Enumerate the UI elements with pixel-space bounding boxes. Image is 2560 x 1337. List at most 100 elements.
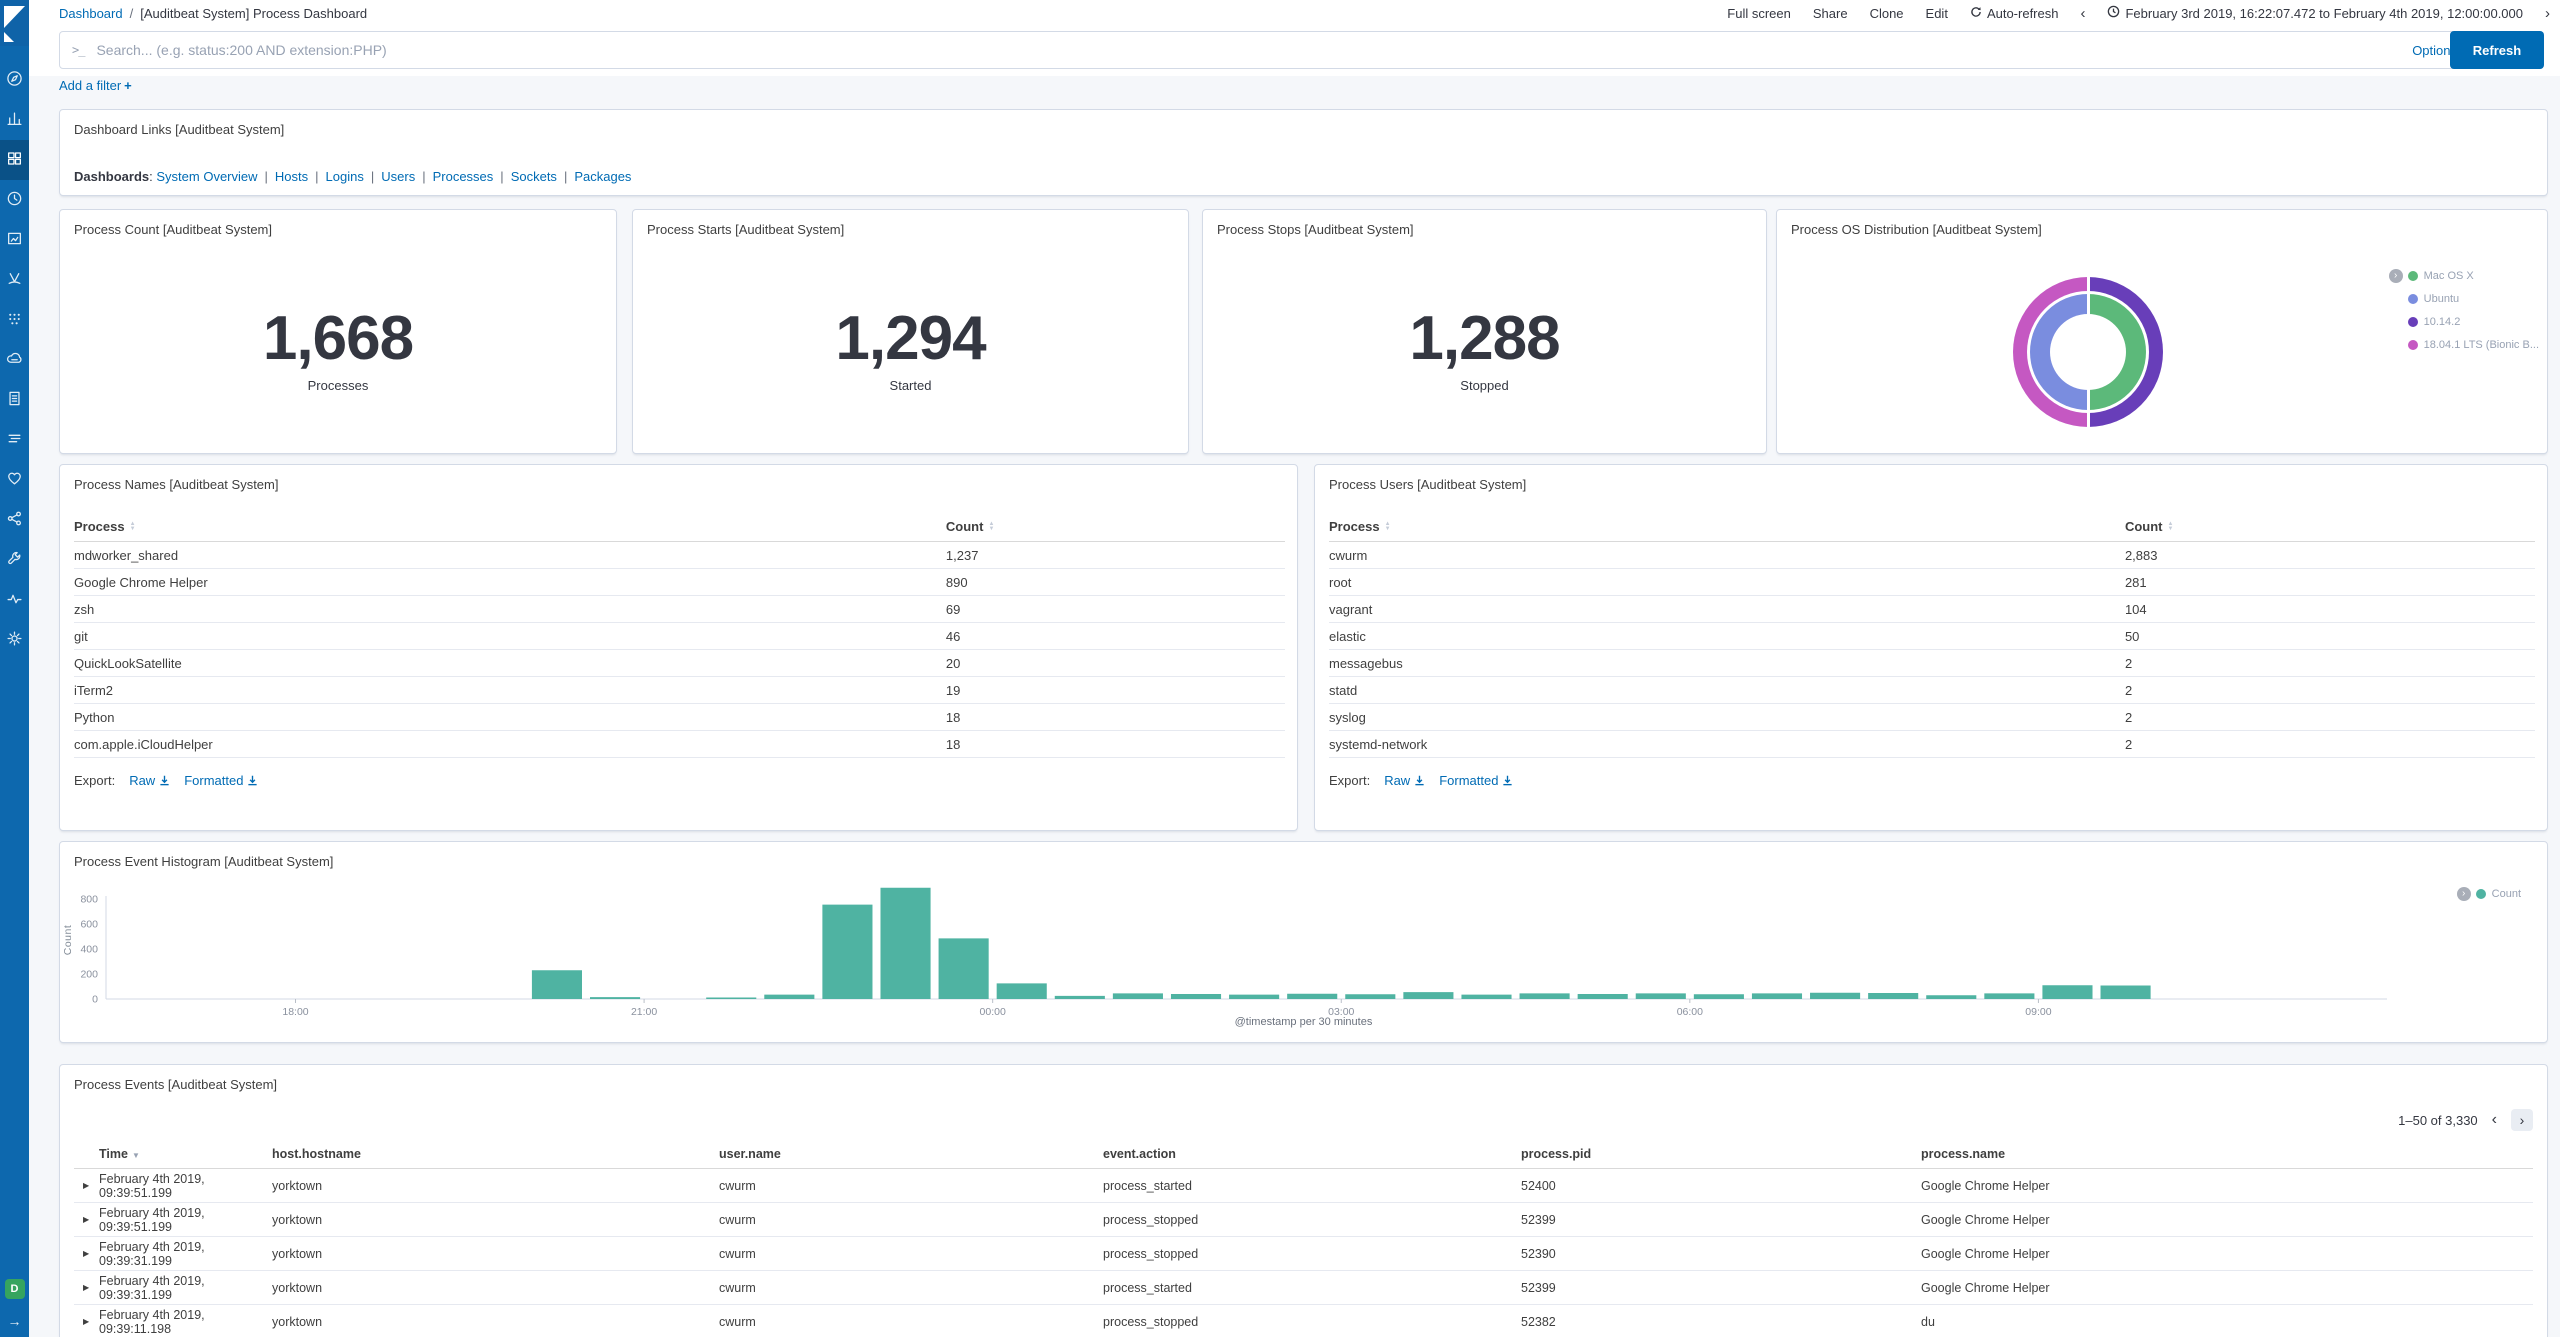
histogram-bar[interactable]	[1751, 993, 1803, 999]
dashboard-link-users[interactable]: Users	[381, 169, 415, 184]
dashboard-link-system-overview[interactable]: System Overview	[156, 169, 257, 184]
dashboard-link-logins[interactable]: Logins	[326, 169, 364, 184]
histogram-bar[interactable]	[531, 970, 582, 999]
refresh-button[interactable]: Refresh	[2450, 31, 2544, 69]
histogram-bar[interactable]	[1461, 994, 1512, 999]
sidebar-item-monitoring[interactable]	[0, 580, 29, 620]
sidebar-item-visualize[interactable]	[0, 100, 29, 140]
sidebar-item-maps[interactable]	[0, 260, 29, 300]
legend-swatch[interactable]	[2407, 293, 2418, 304]
column-header-Time[interactable]: Time ▼	[99, 1147, 272, 1161]
column-header-count[interactable]: Count ▲ ▼	[945, 511, 1285, 542]
table-row[interactable]: Google Chrome Helper 890	[74, 568, 1285, 596]
expand-row-icon[interactable]: ▶	[74, 1181, 99, 1190]
table-row[interactable]: elastic 50	[1329, 622, 2535, 650]
histogram-bar[interactable]	[764, 994, 815, 999]
legend-label[interactable]: Mac OS X	[2424, 270, 2474, 282]
histogram-bar[interactable]	[1984, 993, 2035, 999]
event-row[interactable]: ▶ February 4th 2019, 09:39:31.199 yorktown…	[74, 1271, 2533, 1305]
export-raw-link[interactable]: Raw	[1384, 773, 1425, 788]
column-header-process[interactable]: Process ▲ ▼	[74, 511, 946, 542]
sidebar-item-machine-learning[interactable]	[0, 300, 29, 340]
histogram-bar[interactable]	[589, 997, 641, 999]
event-row[interactable]: ▶ February 4th 2019, 09:39:51.199 yorktown…	[74, 1203, 2533, 1237]
table-row[interactable]: zsh 69	[74, 595, 1285, 623]
table-row[interactable]: systemd-network 2	[1329, 730, 2535, 758]
histogram-bar[interactable]	[1519, 993, 1570, 999]
histogram-bar[interactable]	[938, 938, 989, 999]
sidebar-item-dashboard[interactable]	[0, 140, 29, 180]
export-formatted-link[interactable]: Formatted	[1439, 773, 1513, 788]
histogram-bar[interactable]	[1868, 993, 1919, 999]
legend-toggle-icon[interactable]: ›	[2456, 886, 2471, 901]
event-row[interactable]: ▶ February 4th 2019, 09:39:31.199 yorktown…	[74, 1237, 2533, 1271]
legend-label[interactable]: Ubuntu	[2424, 293, 2459, 305]
table-row[interactable]: Python 18	[74, 703, 1285, 731]
column-header-process.name[interactable]: process.name	[1921, 1147, 2533, 1161]
sort-icon[interactable]: ▲ ▼	[1385, 521, 1391, 532]
column-header-event.action[interactable]: event.action	[1103, 1147, 1521, 1161]
column-header-process.pid[interactable]: process.pid	[1521, 1147, 1921, 1161]
histogram-bar[interactable]	[1577, 994, 1628, 999]
histogram-bar[interactable]	[1693, 994, 1744, 999]
histogram-bar[interactable]	[1926, 995, 1977, 999]
histogram-bar[interactable]	[1054, 995, 1105, 999]
breadcrumb-dashboard-link[interactable]: Dashboard	[59, 6, 123, 21]
expand-row-icon[interactable]: ▶	[74, 1249, 99, 1258]
sidebar-item-apm[interactable]	[0, 420, 29, 460]
event-histogram-chart[interactable]: 020040060080018:00 21:00 00:00 03:00 06:00 09…	[60, 882, 2549, 1030]
share-button[interactable]: Share	[1813, 6, 1848, 21]
table-row[interactable]: mdworker_shared 1,237	[74, 541, 1285, 569]
expand-row-icon[interactable]: ▶	[74, 1283, 99, 1292]
legend-label[interactable]: 10.14.2	[2424, 316, 2461, 328]
histogram-bar[interactable]	[2100, 985, 2151, 1000]
dashboard-link-processes[interactable]: Processes	[433, 169, 494, 184]
legend-label[interactable]: 18.04.1 LTS (Bionic B...	[2424, 339, 2539, 351]
dashboard-link-sockets[interactable]: Sockets	[511, 169, 557, 184]
table-row[interactable]: iTerm2 19	[74, 676, 1285, 704]
histogram-bar[interactable]	[1403, 992, 1454, 999]
sort-icon[interactable]: ▲ ▼	[130, 521, 136, 532]
legend-toggle-icon[interactable]: ›	[2388, 268, 2403, 283]
sidebar-item-discover[interactable]	[0, 60, 29, 100]
table-row[interactable]: vagrant 104	[1329, 595, 2535, 623]
add-filter-link[interactable]: Add a filter +	[59, 78, 132, 93]
expand-nav-icon[interactable]: →	[8, 1313, 22, 1329]
column-header-user.name[interactable]: user.name	[719, 1147, 1103, 1161]
legend-swatch[interactable]	[2407, 316, 2418, 327]
table-row[interactable]: com.apple.iCloudHelper 18	[74, 730, 1285, 758]
time-range-picker[interactable]: February 3rd 2019, 16:22:07.472 to Febru…	[2107, 5, 2523, 21]
sidebar-item-dev-tools[interactable]	[0, 540, 29, 580]
legend-label[interactable]: Count	[2492, 888, 2521, 900]
sidebar-item-canvas[interactable]	[0, 220, 29, 260]
histogram-bar[interactable]	[822, 904, 873, 999]
histogram-bar[interactable]	[1170, 994, 1222, 999]
time-forward-button[interactable]: ›	[2545, 6, 2550, 21]
histogram-bar[interactable]	[1229, 994, 1280, 999]
sidebar-item-infrastructure[interactable]	[0, 340, 29, 380]
table-row[interactable]: syslog 2	[1329, 703, 2535, 731]
time-back-button[interactable]: ‹	[2080, 6, 2085, 21]
histogram-bar[interactable]	[1287, 993, 1338, 999]
sidebar-item-timelion[interactable]	[0, 180, 29, 220]
histogram-bar[interactable]	[1635, 993, 1686, 999]
table-row[interactable]: git 46	[74, 622, 1285, 650]
histogram-bar[interactable]	[1112, 993, 1163, 999]
export-formatted-link[interactable]: Formatted	[184, 773, 258, 788]
histogram-bar[interactable]	[1810, 992, 1861, 999]
histogram-bar[interactable]	[1345, 994, 1396, 999]
event-row[interactable]: ▶ February 4th 2019, 09:39:11.198 yorktown…	[74, 1305, 2533, 1337]
table-row[interactable]: statd 2	[1329, 676, 2535, 704]
sort-icon[interactable]: ▲ ▼	[2168, 521, 2174, 532]
legend-swatch[interactable]	[2407, 339, 2418, 350]
histogram-bar[interactable]	[996, 983, 1047, 999]
table-row[interactable]: root 281	[1329, 568, 2535, 596]
table-row[interactable]: QuickLookSatellite 20	[74, 649, 1285, 677]
pagination-next-button[interactable]: ›	[2511, 1109, 2533, 1131]
sidebar-item-management[interactable]	[0, 620, 29, 660]
legend-swatch[interactable]	[2475, 888, 2486, 899]
legend-swatch[interactable]	[2407, 270, 2418, 281]
histogram-bar[interactable]	[706, 997, 757, 1000]
sidebar-item-graph[interactable]	[0, 500, 29, 540]
sort-icon[interactable]: ▲ ▼	[988, 521, 994, 532]
